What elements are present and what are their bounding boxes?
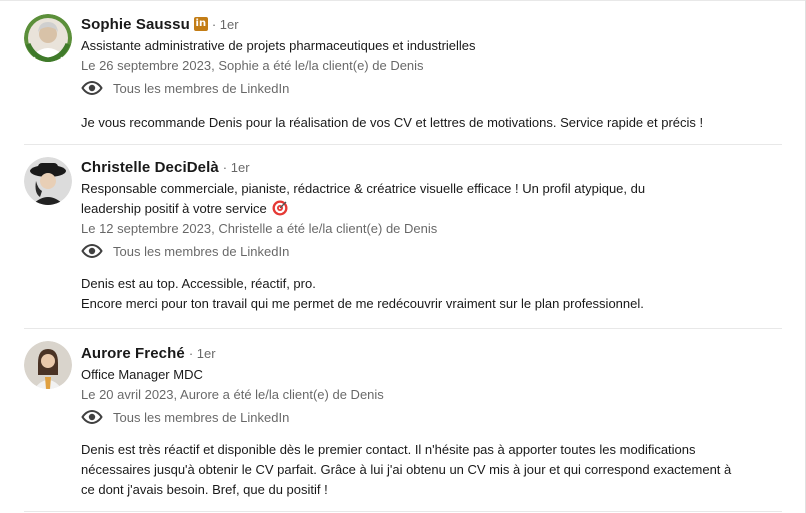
connection-degree: · 1er <box>188 345 216 361</box>
recommendation-date: Le 12 septembre 2023, Christelle a été l… <box>81 221 438 236</box>
top-divider <box>0 0 806 1</box>
eye-icon <box>81 409 103 425</box>
avatar-photo-icon <box>24 157 72 205</box>
recommendation-text: Je vous recommande Denis pour la réalisa… <box>81 115 704 130</box>
text-line: Encore merci pour ton travail qui me per… <box>81 296 644 311</box>
visibility-label: Tous les membres de LinkedIn <box>113 80 290 96</box>
eye-icon <box>81 80 103 96</box>
visibility-label: Tous les membres de LinkedIn <box>113 409 290 425</box>
avatar[interactable] <box>24 157 72 205</box>
avatar-photo-icon <box>24 14 72 62</box>
divider <box>24 144 782 145</box>
recommender-name[interactable]: Christelle DeciDelà <box>81 159 219 176</box>
recommender-name[interactable]: Sophie Saussu <box>81 16 190 33</box>
recommender-headline: Office Manager MDC <box>81 367 203 382</box>
headline-line: leadership positif à votre service <box>81 201 267 216</box>
text-line: Denis est au top. Accessible, réactif, p… <box>81 276 316 291</box>
text-line: ce dont j'avais besoin. Bref, que du pos… <box>81 482 328 497</box>
visibility-row: Tous les membres de LinkedIn <box>81 77 776 99</box>
recommender-headline: Responsable commerciale, pianiste, rédac… <box>81 179 776 219</box>
connection-degree: · 1er <box>222 159 250 175</box>
text-line: nécessaires jusqu'à obtenir le CV parfai… <box>81 462 732 477</box>
target-emoji-icon <box>272 200 288 216</box>
visibility-label: Tous les membres de LinkedIn <box>113 243 290 259</box>
avatar[interactable] <box>24 14 72 62</box>
recommendation-text: Denis est très réactif et disponible dès… <box>81 440 776 500</box>
eye-icon <box>81 243 103 259</box>
avatar-photo-icon <box>24 341 72 389</box>
visibility-row: Tous les membres de LinkedIn <box>81 240 776 262</box>
recommendation-date: Le 26 septembre 2023, Sophie a été le/la… <box>81 58 424 73</box>
headline-line: Responsable commerciale, pianiste, rédac… <box>81 181 646 196</box>
recommender-headline: Assistante administrative de projets pha… <box>81 38 476 53</box>
avatar[interactable] <box>24 341 72 389</box>
connection-degree: · 1er <box>211 16 239 32</box>
recommendation-date: Le 20 avril 2023, Aurore a été le/la cli… <box>81 387 384 402</box>
recommendation-text: Denis est au top. Accessible, réactif, p… <box>81 274 776 314</box>
linkedin-premium-icon: in <box>193 17 208 31</box>
divider <box>24 328 782 329</box>
text-line: Denis est très réactif et disponible dès… <box>81 442 696 457</box>
visibility-row: Tous les membres de LinkedIn <box>81 406 776 428</box>
recommender-name[interactable]: Aurore Freché <box>81 345 185 362</box>
divider <box>24 511 782 512</box>
